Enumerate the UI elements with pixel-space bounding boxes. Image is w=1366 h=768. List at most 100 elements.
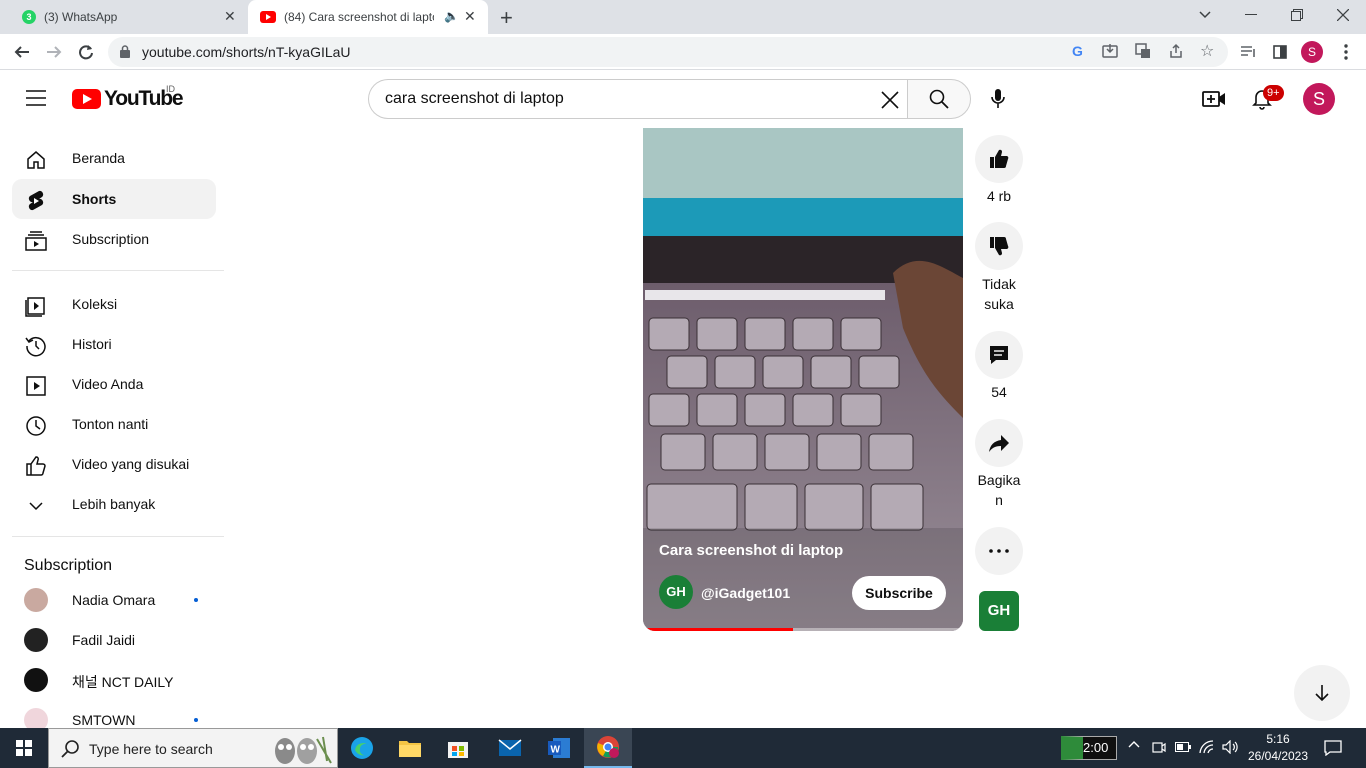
- account-avatar[interactable]: S: [1303, 83, 1335, 115]
- channel-avatar[interactable]: GH: [659, 575, 693, 609]
- sidebar: Beranda Shorts Subscription Koleksi Hist…: [0, 128, 236, 732]
- menu-kebab-icon[interactable]: [1336, 42, 1356, 62]
- new-tab-icon[interactable]: +: [500, 5, 513, 31]
- bookmark-star-icon[interactable]: ☆: [1200, 41, 1214, 61]
- share-button[interactable]: [975, 419, 1023, 467]
- profile-avatar[interactable]: S: [1301, 41, 1323, 63]
- clear-search-icon[interactable]: [881, 91, 899, 109]
- history-icon: [24, 334, 48, 358]
- translate-icon[interactable]: [1135, 43, 1151, 59]
- channel-name: 채널 NCT DAILY: [72, 674, 174, 690]
- sidebar-item-shorts[interactable]: Shorts: [12, 179, 216, 219]
- tab-close-icon[interactable]: ✕: [464, 8, 476, 25]
- audio-playing-icon[interactable]: 🔈: [444, 9, 459, 23]
- new-content-dot: [194, 718, 198, 722]
- sidebar-item-video-anda[interactable]: Video Anda: [12, 364, 216, 404]
- taskbar-search-box[interactable]: Type here to search: [48, 728, 338, 768]
- reading-list-icon[interactable]: [1238, 42, 1258, 62]
- reload-icon[interactable]: [76, 42, 96, 62]
- install-app-icon[interactable]: [1102, 43, 1118, 59]
- edge-app-icon[interactable]: [338, 728, 386, 768]
- region-code: ID: [166, 84, 175, 94]
- home-icon: [24, 148, 48, 172]
- video-progress-fill: [643, 628, 794, 631]
- short-video-player[interactable]: Cara screenshot di laptop GH @iGadget101…: [643, 128, 963, 631]
- clock-date[interactable]: 26/04/2023: [1246, 749, 1310, 763]
- back-arrow-icon[interactable]: [12, 42, 32, 62]
- next-video-button[interactable]: [1294, 665, 1350, 721]
- forward-arrow-icon[interactable]: [44, 42, 64, 62]
- search-box[interactable]: cara screenshot di laptop: [368, 79, 908, 119]
- channel-avatar: [24, 628, 48, 652]
- sidebar-item-beranda[interactable]: Beranda: [12, 138, 216, 178]
- sidebar-item-subscription[interactable]: Subscription: [12, 219, 216, 259]
- comments-button[interactable]: [975, 331, 1023, 379]
- sidebar-item-video-disukai[interactable]: Video yang disukai: [12, 444, 216, 484]
- windows-taskbar: Type here to search W 2:00 5:16 26/04/20…: [0, 728, 1366, 768]
- sidebar-item-label: Video Anda: [72, 376, 144, 392]
- shorts-icon: [24, 189, 48, 213]
- library-icon: [24, 294, 48, 318]
- search-input[interactable]: cara screenshot di laptop: [385, 90, 564, 108]
- channel-name: Nadia Omara: [72, 592, 156, 608]
- dislike-button[interactable]: [975, 222, 1023, 270]
- start-button[interactable]: [0, 728, 48, 768]
- file-explorer-icon[interactable]: [386, 728, 434, 768]
- lock-icon[interactable]: [120, 45, 130, 58]
- tab-whatsapp[interactable]: 3 (3) WhatsApp ✕: [8, 0, 248, 34]
- show-hidden-icons-chevron-icon[interactable]: [1128, 740, 1140, 748]
- address-bar[interactable]: youtube.com/shorts/nT-kyaGILaU G ☆: [108, 37, 1228, 67]
- hamburger-menu-icon[interactable]: [26, 90, 46, 106]
- wifi-icon[interactable]: [1199, 740, 1215, 754]
- side-panel-icon[interactable]: [1270, 42, 1290, 62]
- share-icon[interactable]: [1168, 43, 1184, 59]
- search-button[interactable]: [907, 79, 971, 119]
- battery-timer[interactable]: 2:00: [1061, 736, 1117, 760]
- subscribe-button[interactable]: Subscribe: [852, 576, 946, 610]
- subscription-item[interactable]: 채널 NCT DAILY: [12, 660, 216, 700]
- more-options-button[interactable]: [975, 527, 1023, 575]
- microsoft-store-icon[interactable]: [434, 728, 482, 768]
- create-video-icon[interactable]: [1202, 90, 1226, 108]
- video-progress-track[interactable]: [643, 628, 963, 631]
- short-title[interactable]: Cara screenshot di laptop: [659, 542, 843, 559]
- sidebar-item-label: Tonton nanti: [72, 416, 149, 432]
- subscription-item[interactable]: Nadia Omara: [12, 580, 216, 620]
- sidebar-item-koleksi[interactable]: Koleksi: [12, 284, 216, 324]
- tab-youtube[interactable]: (84) Cara screenshot di lapto 🔈 ✕: [248, 0, 488, 34]
- liked-videos-icon: [24, 454, 48, 478]
- word-app-icon[interactable]: W: [535, 728, 583, 768]
- sidebar-item-lebih-banyak[interactable]: Lebih banyak: [12, 484, 216, 524]
- comment-count: 54: [991, 384, 1007, 400]
- tab-search-icon[interactable]: [1182, 0, 1228, 30]
- tab-title: (84) Cara screenshot di lapto: [284, 10, 434, 24]
- volume-icon[interactable]: [1222, 740, 1238, 754]
- mail-app-icon[interactable]: [486, 728, 534, 768]
- dislike-label: Tidak: [982, 276, 1016, 292]
- sidebar-item-label: Subscription: [72, 231, 150, 247]
- meet-now-icon[interactable]: [1152, 740, 1166, 754]
- browser-toolbar: youtube.com/shorts/nT-kyaGILaU G ☆ S: [0, 34, 1366, 70]
- minimize-button[interactable]: [1228, 0, 1274, 30]
- battery-icon[interactable]: [1175, 742, 1191, 752]
- thumbs-down-icon: [988, 235, 1010, 257]
- share-arrow-icon: [988, 432, 1010, 454]
- tab-close-icon[interactable]: ✕: [224, 8, 236, 25]
- share-label: Bagika: [977, 472, 1021, 488]
- google-icon[interactable]: G: [1072, 43, 1083, 59]
- audio-channel-thumbnail[interactable]: GH: [979, 591, 1019, 631]
- channel-name[interactable]: @iGadget101: [701, 585, 790, 601]
- chrome-app-icon[interactable]: [584, 728, 632, 768]
- subscription-item[interactable]: Fadil Jaidi: [12, 620, 216, 660]
- like-button[interactable]: [975, 135, 1023, 183]
- sidebar-item-label: Video yang disukai: [72, 456, 190, 472]
- restore-button[interactable]: [1274, 0, 1320, 30]
- voice-search-icon[interactable]: [990, 88, 1006, 110]
- sidebar-item-histori[interactable]: Histori: [12, 324, 216, 364]
- clock-time[interactable]: 5:16: [1246, 732, 1310, 746]
- close-window-button[interactable]: [1320, 0, 1366, 30]
- notification-center-icon[interactable]: [1324, 740, 1342, 756]
- channel-avatar: [24, 668, 48, 692]
- sidebar-item-tonton-nanti[interactable]: Tonton nanti: [12, 404, 216, 444]
- chevron-down-icon: [24, 494, 48, 518]
